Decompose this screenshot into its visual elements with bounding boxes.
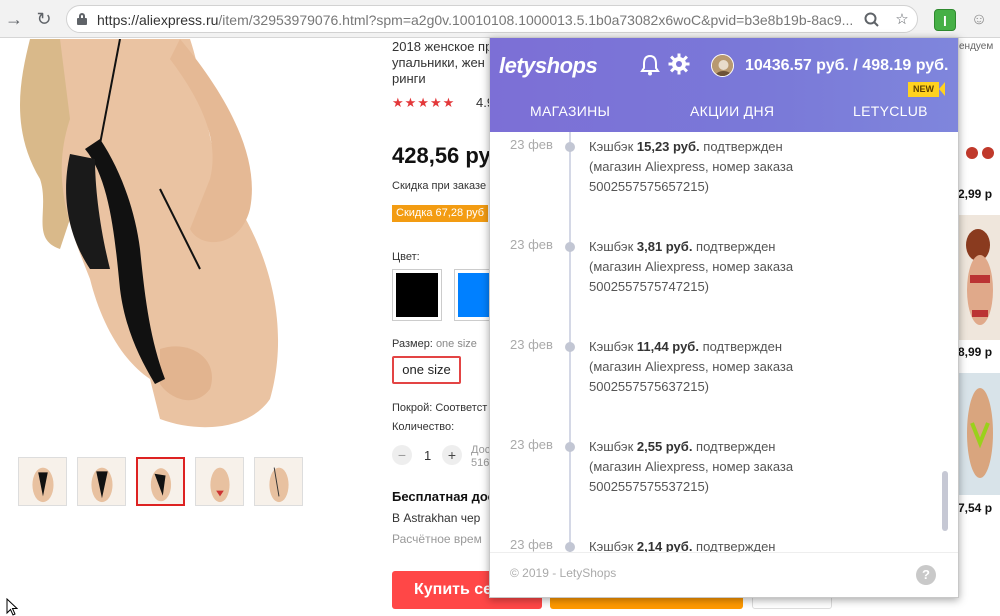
fit-label: Покрой: Соответст — [392, 402, 488, 414]
cashback-entry: 23 фев Кэшбэк 2,55 руб. подтвержден (магаз… — [490, 437, 940, 517]
reload-icon[interactable]: ↻ — [34, 9, 54, 29]
popup-footer: © 2019 - LetyShops ? — [490, 552, 958, 597]
recommendation-image[interactable] — [958, 215, 1000, 340]
url-text[interactable]: https://aliexpress.ru/item/32953979076.h… — [97, 12, 857, 28]
quantity-value[interactable]: 1 — [424, 448, 431, 463]
shipping-estimate: Расчётное врем — [392, 532, 482, 546]
color-label: Цвет: — [392, 251, 420, 263]
extension-icon[interactable]: ☺ — [968, 9, 990, 31]
cashback-entry: 23 фев Кэшбэк 2,14 руб. подтвержден — [490, 537, 940, 552]
screen: → ↻ https://aliexpress.ru/item/329539790… — [0, 0, 1000, 616]
timeline-dot — [565, 442, 575, 452]
entry-date: 23 фев — [510, 237, 553, 252]
bell-icon[interactable] — [640, 54, 660, 76]
tab-deals-of-day[interactable]: АКЦИИ ДНЯ — [690, 103, 774, 119]
timeline-dot — [565, 242, 575, 252]
cashback-entry: 23 фев Кэшбэк 3,81 руб. подтвержден (магаз… — [490, 237, 940, 317]
entry-text: Кэшбэк 15,23 руб. подтвержден (магазин Al… — [589, 139, 794, 194]
address-bar[interactable]: https://aliexpress.ru/item/32953979076.h… — [66, 5, 918, 33]
thumbnail[interactable] — [18, 457, 67, 506]
thumbnail-selected[interactable] — [136, 457, 185, 506]
product-price: 428,56 ру — [392, 143, 491, 168]
bookmark-star-icon[interactable]: ☆ — [893, 11, 911, 29]
entry-date: 23 фев — [510, 137, 553, 152]
cashback-entry: 23 фев Кэшбэк 15,23 руб. подтвержден (мага… — [490, 137, 940, 217]
mouse-cursor-icon — [6, 597, 19, 616]
tab-shops[interactable]: МАГАЗИНЫ — [530, 103, 610, 119]
entry-text: Кэшбэк 3,81 руб. подтвержден (магазин Ali… — [589, 239, 794, 294]
timeline-dot — [565, 142, 575, 152]
discount-badge: Скидка 67,28 руб — [392, 205, 489, 222]
entry-text: Кэшбэк 11,44 руб. подтвержден (магазин Al… — [589, 339, 794, 394]
recommendation-image[interactable] — [958, 137, 1000, 179]
thumbnail[interactable] — [195, 457, 244, 506]
recommendation-price[interactable]: 7,54 р — [958, 501, 992, 515]
timeline-dot — [565, 542, 575, 552]
browser-toolbar: → ↻ https://aliexpress.ru/item/329539790… — [0, 0, 1000, 38]
lock-icon — [77, 13, 87, 25]
recommendation-price[interactable]: 2,99 р — [958, 187, 992, 201]
recommendations-header: ендуем — [959, 41, 994, 52]
gear-icon[interactable] — [668, 53, 690, 75]
thumbnail[interactable] — [254, 457, 303, 506]
product-main-image[interactable] — [0, 38, 372, 444]
discount-note: Скидка при заказе — [392, 180, 487, 192]
forward-arrow-icon[interactable]: → — [4, 9, 24, 29]
entry-date: 23 фев — [510, 337, 553, 352]
product-title[interactable]: 2018 женское пр упальники, жен ринги — [392, 39, 502, 87]
shipping-destination: В Astrakhan чер — [392, 511, 481, 525]
scrollbar-thumb[interactable] — [942, 471, 948, 531]
size-label: Размер: one size — [392, 338, 477, 350]
entry-text: Кэшбэк 2,14 руб. подтвержден — [589, 539, 776, 552]
letyshops-popup: letyshops 10436.57 руб. / 498.19 руб. МА… — [489, 37, 959, 598]
quantity-label: Количество: — [392, 421, 455, 433]
recommendation-image[interactable] — [958, 373, 1000, 495]
cashback-balance: 10436.57 руб. / 498.19 руб. — [745, 57, 949, 74]
recommendation-price[interactable]: 8,99 р — [958, 345, 992, 359]
shipping-title[interactable]: Бесплатная дос — [392, 489, 495, 504]
user-avatar[interactable] — [711, 54, 734, 77]
timeline-dot — [565, 342, 575, 352]
new-badge: NEW — [908, 82, 939, 97]
availability-text: Дос 516 — [471, 444, 491, 469]
tab-letyclub[interactable]: LETYCLUB — [853, 103, 928, 119]
color-swatch-black[interactable] — [392, 269, 442, 321]
thumbnail[interactable] — [77, 457, 126, 506]
quantity-decrease-button[interactable]: − — [392, 445, 412, 465]
entry-text: Кэшбэк 2,55 руб. подтвержден (магазин Ali… — [589, 439, 794, 494]
letyshops-extension-icon[interactable]: l — [934, 9, 956, 31]
quantity-increase-button[interactable]: + — [442, 445, 462, 465]
rating-stars: ★★★★★ — [392, 95, 456, 110]
entry-date: 23 фев — [510, 437, 553, 452]
size-option-selected[interactable]: one size — [392, 356, 461, 384]
letyshops-logo[interactable]: letyshops — [499, 53, 598, 79]
popup-header: letyshops 10436.57 руб. / 498.19 руб. МА… — [490, 38, 958, 132]
zoom-search-icon[interactable] — [863, 11, 881, 29]
entry-date: 23 фев — [510, 537, 553, 552]
copyright-text: © 2019 - LetyShops — [510, 566, 617, 580]
cashback-entry: 23 фев Кэшбэк 11,44 руб. подтвержден (мага… — [490, 337, 940, 417]
help-icon[interactable]: ? — [916, 565, 936, 585]
cashback-history-list[interactable]: 23 фев Кэшбэк 15,23 руб. подтвержден (мага… — [490, 132, 958, 552]
